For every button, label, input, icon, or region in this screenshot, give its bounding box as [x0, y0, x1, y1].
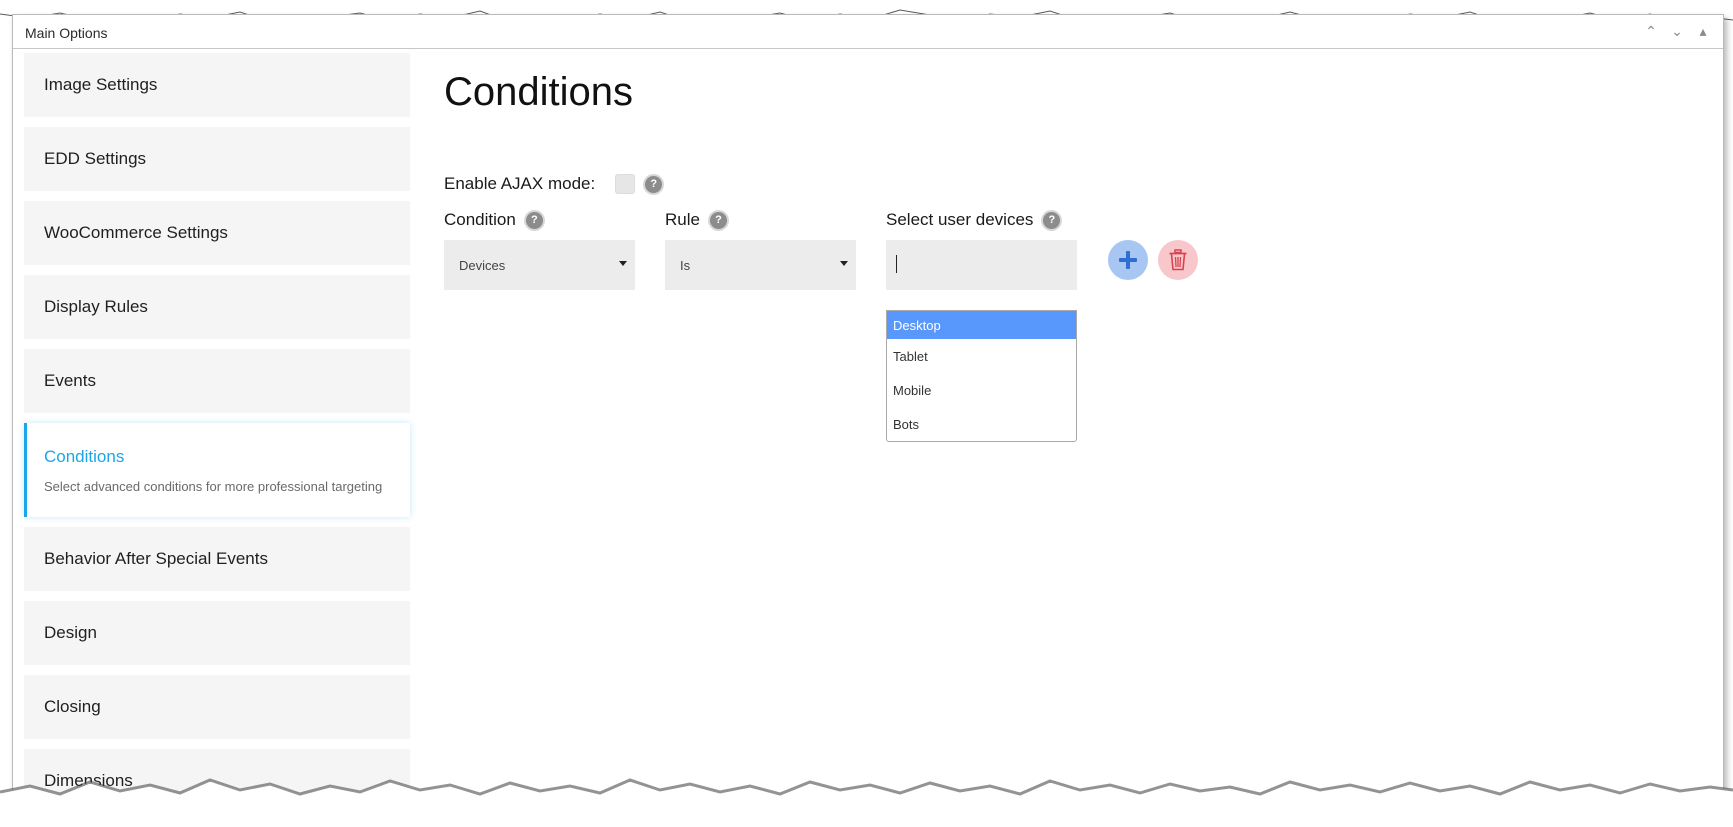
sidebar-item-label: WooCommerce Settings	[44, 223, 228, 242]
sidebar-item-label: Image Settings	[44, 75, 158, 94]
panel-controls: ⌃ ⌄ ▴	[1643, 23, 1711, 40]
add-condition-button[interactable]	[1108, 240, 1148, 280]
ajax-mode-checkbox[interactable]	[615, 174, 636, 194]
delete-condition-button[interactable]	[1158, 240, 1198, 280]
page-title: Conditions	[444, 70, 634, 114]
sidebar-item-woocommerce-settings[interactable]: WooCommerce Settings	[24, 201, 410, 265]
help-icon[interactable]: ?	[525, 211, 543, 229]
panel-header: Main Options ⌃ ⌄ ▴	[13, 15, 1723, 49]
sidebar-item-image-settings[interactable]: Image Settings	[24, 53, 410, 117]
sidebar-item-label: Events	[44, 371, 96, 390]
settings-sidebar: Image Settings EDD Settings WooCommerce …	[24, 53, 414, 823]
caret-down-icon	[840, 261, 848, 266]
move-down-icon[interactable]: ⌄	[1669, 23, 1685, 40]
rule-label-row: Rule ?	[665, 210, 856, 230]
help-icon[interactable]: ?	[645, 175, 663, 193]
conditions-content: Conditions Enable AJAX mode: ? Condition…	[444, 70, 1644, 442]
condition-label: Condition	[444, 210, 516, 229]
sidebar-item-description: Select advanced conditions for more prof…	[44, 478, 383, 494]
sidebar-item-label: Behavior After Special Events	[44, 549, 268, 568]
help-icon[interactable]: ?	[709, 211, 727, 229]
sidebar-item-display-rules[interactable]: Display Rules	[24, 275, 410, 339]
devices-dropdown: Desktop Tablet Mobile Bots	[886, 310, 1077, 442]
devices-input-wrapper	[886, 240, 1077, 290]
move-up-icon[interactable]: ⌃	[1643, 23, 1659, 40]
collapse-toggle-icon[interactable]: ▴	[1695, 23, 1711, 40]
dropdown-option-tablet[interactable]: Tablet	[887, 339, 1076, 373]
help-icon[interactable]: ?	[1043, 211, 1061, 229]
rule-field: Rule ? Is	[665, 210, 856, 290]
sidebar-item-label: Closing	[44, 697, 101, 716]
sidebar-item-dimensions[interactable]: Dimensions	[24, 749, 410, 813]
sidebar-item-label: Design	[44, 623, 97, 642]
condition-select[interactable]: Devices	[444, 240, 635, 290]
rule-select-value: Is	[680, 257, 691, 273]
dropdown-option-mobile[interactable]: Mobile	[887, 373, 1076, 407]
sidebar-item-design[interactable]: Design	[24, 601, 410, 665]
condition-label-row: Condition ?	[444, 210, 635, 230]
text-cursor	[896, 255, 897, 273]
panel-title: Main Options	[25, 25, 108, 41]
dropdown-option-desktop[interactable]: Desktop	[887, 311, 1076, 339]
rule-select[interactable]: Is	[665, 240, 856, 290]
sidebar-item-behavior-after-special-events[interactable]: Behavior After Special Events	[24, 527, 410, 591]
sidebar-item-label: Conditions	[44, 446, 125, 466]
sidebar-item-label: Dimensions	[44, 771, 133, 790]
sidebar-item-conditions[interactable]: Conditions Select advanced conditions fo…	[24, 423, 410, 517]
ajax-mode-label: Enable AJAX mode:	[444, 174, 596, 193]
sidebar-item-edd-settings[interactable]: EDD Settings	[24, 127, 410, 191]
dropdown-option-bots[interactable]: Bots	[887, 407, 1076, 441]
rule-label: Rule	[665, 210, 700, 229]
trash-icon	[1169, 249, 1187, 271]
caret-down-icon	[619, 261, 627, 266]
condition-field: Condition ? Devices	[444, 210, 635, 290]
devices-label-row: Select user devices ?	[886, 210, 1077, 230]
devices-search-input[interactable]	[886, 240, 1077, 290]
sidebar-item-events[interactable]: Events	[24, 349, 410, 413]
plus-icon	[1119, 251, 1137, 269]
sidebar-item-label: EDD Settings	[44, 149, 147, 168]
devices-field: Select user devices ? Desktop Tablet Mob…	[886, 210, 1077, 442]
sidebar-item-closing[interactable]: Closing	[24, 675, 410, 739]
condition-select-value: Devices	[459, 257, 506, 273]
devices-label: Select user devices	[886, 210, 1034, 229]
sidebar-item-label: Display Rules	[44, 297, 148, 316]
ajax-mode-row: Enable AJAX mode: ?	[444, 174, 663, 194]
